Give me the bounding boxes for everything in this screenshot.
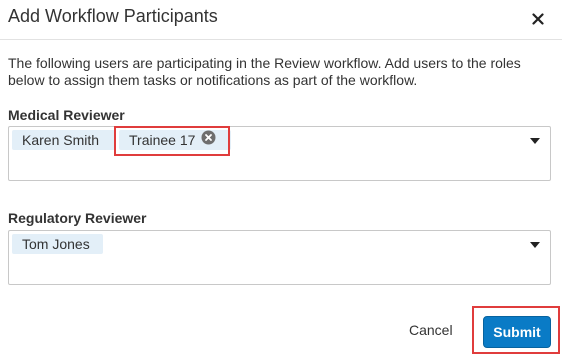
submit-button-label: Submit bbox=[493, 324, 541, 340]
chip-label: Karen Smith bbox=[22, 132, 100, 148]
regulatory-reviewer-label: Regulatory Reviewer bbox=[8, 210, 147, 226]
medical-reviewer-label: Medical Reviewer bbox=[8, 107, 125, 123]
header-divider bbox=[0, 39, 562, 40]
participant-chip-trainee-17: Trainee 17 bbox=[119, 130, 231, 150]
dialog-header: Add Workflow Participants bbox=[0, 0, 562, 38]
chip-label: Trainee 17 bbox=[129, 132, 196, 148]
regulatory-reviewer-select[interactable]: Tom Jones bbox=[8, 230, 551, 285]
chip-label: Tom Jones bbox=[22, 236, 90, 252]
dialog-title: Add Workflow Participants bbox=[8, 6, 218, 26]
participant-chip-karen-smith: Karen Smith bbox=[12, 130, 115, 150]
submit-button[interactable]: Submit bbox=[483, 316, 551, 348]
add-workflow-participants-dialog: Add Workflow Participants The following … bbox=[0, 0, 562, 356]
dialog-description: The following users are participating in… bbox=[8, 55, 521, 88]
close-button[interactable] bbox=[524, 6, 552, 32]
cancel-button[interactable]: Cancel bbox=[409, 322, 453, 338]
medical-reviewer-select[interactable]: Karen Smith Trainee 17 bbox=[8, 126, 551, 181]
participant-chip-tom-jones: Tom Jones bbox=[12, 234, 103, 254]
caret-down-icon[interactable] bbox=[530, 242, 540, 248]
remove-circle-icon[interactable] bbox=[201, 130, 216, 150]
close-icon bbox=[532, 13, 544, 25]
caret-down-icon[interactable] bbox=[530, 138, 540, 144]
